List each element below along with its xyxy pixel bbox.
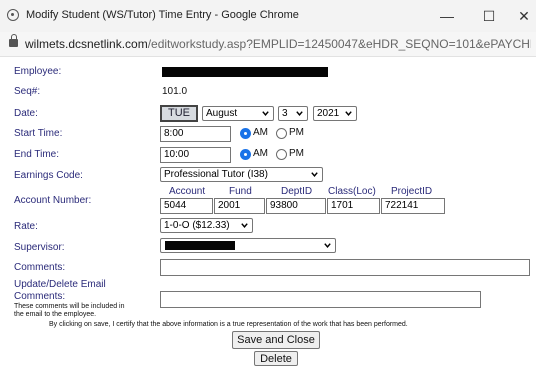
seq-value: 101.0	[162, 86, 188, 97]
url-text[interactable]: wilmets.dcsnetlink.com/editworkstudy.asp…	[25, 37, 531, 51]
seq-label: Seq#:	[14, 86, 41, 97]
day-select-value: 3	[282, 108, 288, 119]
fund-header: Fund	[229, 186, 252, 197]
account-input[interactable]: 5044	[160, 198, 213, 214]
month-select-value: August	[206, 108, 238, 119]
earnings-code-select[interactable]: Professional Tutor (I38)	[160, 167, 323, 182]
projectid-input[interactable]: 722141	[381, 198, 445, 214]
end-time-label: End Time:	[14, 149, 60, 160]
window-title: Modify Student (WS/Tutor) Time Entry - G…	[26, 9, 299, 21]
earnings-code-value: Professional Tutor (I38)	[164, 169, 268, 180]
rate-label: Rate:	[14, 221, 38, 232]
chevron-down-icon	[296, 111, 303, 116]
date-day-box: TUE	[160, 105, 198, 122]
comments-label: Comments:	[14, 262, 66, 273]
chevron-down-icon	[241, 223, 248, 228]
url-path: /editworkstudy.asp?EMPLID=12450047&eHDR_…	[147, 37, 531, 51]
url-host: wilmets.dcsnetlink.com	[25, 37, 148, 51]
end-am-radio[interactable]	[240, 149, 251, 160]
start-pm-radio[interactable]	[276, 128, 287, 139]
year-select[interactable]: 2021	[313, 106, 357, 121]
day-select[interactable]: 3	[278, 106, 308, 121]
class-loc-header: Class(Loc)	[328, 186, 376, 197]
supervisor-label: Supervisor:	[14, 242, 65, 253]
end-am-label: AM	[253, 148, 268, 159]
title-bar: Modify Student (WS/Tutor) Time Entry - G…	[0, 0, 536, 32]
month-select[interactable]: August	[202, 106, 274, 121]
earnings-code-label: Earnings Code:	[14, 170, 83, 181]
account-header: Account	[169, 186, 206, 197]
chevron-down-icon	[311, 172, 318, 177]
chevron-down-icon	[345, 111, 352, 116]
date-label: Date:	[14, 108, 38, 119]
chevron-down-icon	[324, 243, 331, 248]
chevron-down-icon	[262, 111, 269, 116]
start-am-radio[interactable]	[240, 128, 251, 139]
deptid-input[interactable]: 93800	[266, 198, 326, 214]
lock-icon	[9, 34, 18, 47]
certification-text: By clicking on save, I certify that the …	[49, 321, 408, 328]
rate-select[interactable]: 1-0-O ($12.33)	[160, 218, 253, 233]
end-time-input[interactable]: 10:00	[160, 147, 231, 163]
start-time-label: Start Time:	[14, 128, 63, 139]
minimize-button[interactable]: —	[431, 5, 463, 27]
address-bar[interactable]: wilmets.dcsnetlink.com/editworkstudy.asp…	[0, 32, 536, 57]
save-and-close-button[interactable]: Save and Close	[232, 331, 320, 349]
class-loc-input[interactable]: 1701	[327, 198, 380, 214]
projectid-header: ProjectID	[391, 186, 433, 197]
update-note-line1: These comments will be included in	[14, 303, 125, 310]
end-pm-label: PM	[289, 148, 304, 159]
employee-name-redacted	[162, 67, 328, 77]
update-delete-label-line2: Comments:	[14, 291, 66, 302]
chrome-app-icon	[7, 9, 19, 21]
start-time-input[interactable]: 8:00	[160, 126, 231, 142]
account-number-label: Account Number:	[14, 195, 92, 206]
fund-input[interactable]: 2001	[214, 198, 265, 214]
year-select-value: 2021	[317, 108, 340, 119]
close-button[interactable]: ✕	[508, 5, 536, 27]
update-delete-comments-input[interactable]	[160, 291, 481, 308]
supervisor-select[interactable]	[160, 238, 336, 253]
supervisor-name-redacted	[165, 241, 235, 250]
update-note-line2: the email to the employee.	[14, 311, 97, 318]
end-pm-radio[interactable]	[276, 149, 287, 160]
update-delete-label-line1: Update/Delete Email	[14, 279, 106, 290]
start-am-label: AM	[253, 127, 268, 138]
rate-select-value: 1-0-O ($12.33)	[164, 220, 230, 231]
employee-label: Employee:	[14, 66, 62, 77]
comments-input[interactable]	[160, 259, 530, 276]
maximize-button[interactable]: ☐	[473, 5, 505, 27]
delete-button[interactable]: Delete	[254, 351, 298, 366]
deptid-header: DeptID	[281, 186, 313, 197]
start-pm-label: PM	[289, 127, 304, 138]
